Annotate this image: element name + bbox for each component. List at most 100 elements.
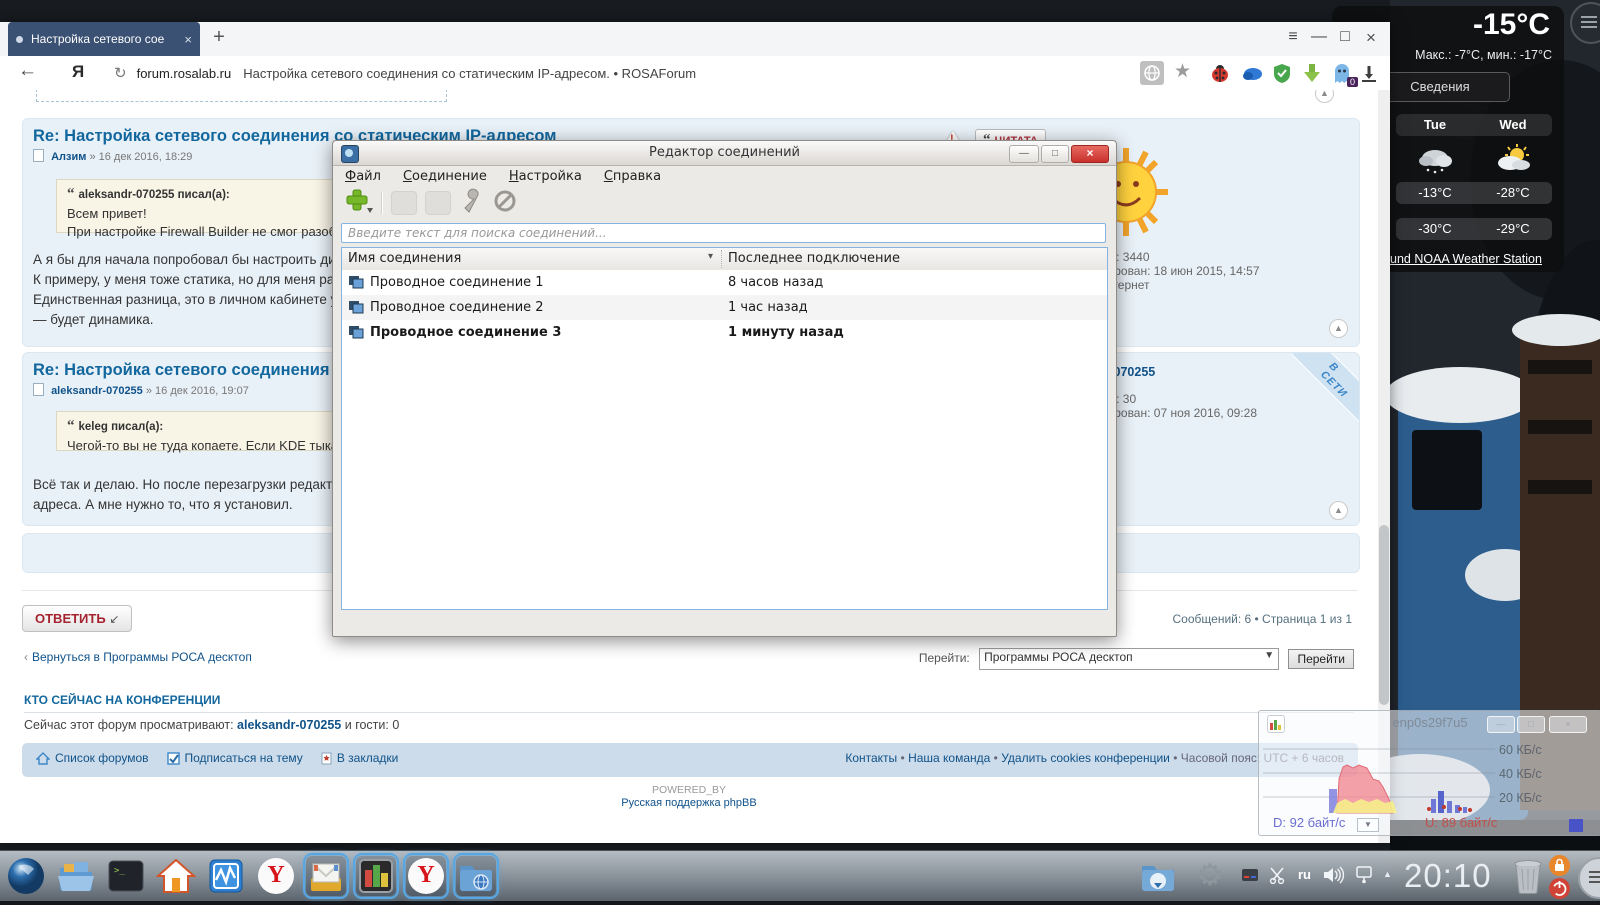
column-divider[interactable] — [721, 250, 722, 268]
jump-go-button[interactable]: Перейти — [1288, 649, 1354, 669]
contacts-link[interactable]: Контакты — [845, 751, 897, 765]
table-header[interactable]: Имя соединения ▾ Последнее подключение — [342, 248, 1107, 271]
home-icon — [35, 752, 51, 768]
post2-author-link[interactable]: aleksandr-070255 — [51, 385, 143, 397]
weather-station-link[interactable]: und NOAA Weather Station — [1390, 252, 1542, 266]
menu-settings[interactable]: Настройка — [509, 169, 582, 184]
post2-top-icon[interactable]: ▲ — [1329, 501, 1348, 520]
keyboard-layout-icon[interactable] — [1242, 869, 1258, 884]
new-tab-button[interactable]: + — [208, 26, 230, 49]
dialog-maximize-icon[interactable]: □ — [1041, 145, 1069, 163]
rosa-menu-button[interactable] — [6, 856, 46, 896]
file-manager-icon[interactable] — [56, 856, 96, 896]
panel-menu-button[interactable] — [1578, 857, 1600, 899]
home-icon[interactable] — [155, 856, 197, 896]
forum-list-link[interactable]: Список форумов — [35, 751, 149, 768]
team-link[interactable]: Наша команда — [908, 751, 990, 765]
downloads-folder-icon[interactable] — [1138, 856, 1178, 896]
extension-cloud-icon[interactable] — [1240, 61, 1264, 85]
netmon-ylabel-40: 40 КБ/с — [1499, 767, 1542, 781]
weather-details-button[interactable]: Сведения — [1370, 72, 1510, 102]
site-globe-icon[interactable] — [1140, 61, 1164, 85]
terminal-icon[interactable]: >_ — [106, 856, 146, 896]
clipboard-scissors-icon[interactable] — [1268, 866, 1286, 887]
partly-sunny-icon — [1474, 142, 1552, 176]
taskbar-clock[interactable]: 20:10 — [1404, 857, 1492, 895]
browser-tab[interactable]: Настройка сетевого сое × — [8, 22, 200, 56]
jump-select[interactable]: Программы РОСА десктоп ▼ — [979, 648, 1280, 670]
extension-ghostery-icon[interactable]: 0 — [1330, 61, 1358, 87]
ban-icon[interactable] — [493, 189, 517, 218]
back-to-forum-link[interactable]: ‹ Вернуться в Программы РОСА десктоп — [24, 650, 252, 664]
menu-help[interactable]: Справка — [604, 169, 661, 184]
subscribe-link[interactable]: Подписаться на тему — [166, 751, 303, 768]
table-row[interactable]: Проводное соединение 31 минуту назад — [342, 320, 1107, 345]
extension-savefrom-icon[interactable] — [1300, 61, 1324, 85]
post1-top-icon[interactable]: ▲ — [1329, 319, 1348, 338]
extension-ladybug-icon[interactable] — [1208, 61, 1232, 85]
delete-connection-button-disabled[interactable] — [425, 191, 451, 215]
who-user-link[interactable]: aleksandr-070255 — [237, 718, 341, 732]
address-bar[interactable]: ↻ forum.rosalab.ru Настройка сетевого со… — [104, 59, 1124, 87]
browser-toolbar: ← Я ↻ forum.rosalab.ru Настройка сетевог… — [0, 56, 1390, 91]
download-icon[interactable] — [1358, 62, 1382, 86]
column-name[interactable]: Имя соединения — [348, 251, 461, 266]
browser-menu-icon[interactable]: ≡ — [1282, 28, 1304, 46]
yandex-browser-icon[interactable]: Y — [256, 856, 296, 896]
browser-close-icon[interactable]: × — [1360, 28, 1382, 48]
tray-expand-icon[interactable]: ▲ — [1383, 869, 1392, 879]
phpbb-support-link[interactable]: Русская поддержка phpBB — [0, 797, 1378, 809]
extension-shield-icon[interactable] — [1270, 61, 1294, 85]
language-indicator[interactable]: ru — [1298, 867, 1311, 882]
browser-maximize-icon[interactable]: □ — [1334, 28, 1356, 46]
table-row[interactable]: Проводное соединение 18 часов назад — [342, 270, 1107, 295]
dialog-minimize-icon[interactable]: — — [1009, 145, 1039, 163]
netmon-close-icon[interactable]: × — [1549, 716, 1587, 733]
netmon-maximize-icon[interactable]: □ — [1517, 716, 1545, 733]
tab-bar: Настройка сетевого сое × + ≡ — □ × — [0, 22, 1390, 57]
reply-button[interactable]: ОТВЕТИТЬ ↙ — [22, 605, 133, 632]
back-icon[interactable]: ← — [18, 60, 37, 82]
lock-icon[interactable] — [1549, 855, 1570, 876]
netmon-minimize-icon[interactable]: — — [1487, 716, 1515, 733]
refresh-icon[interactable]: ↻ — [114, 64, 127, 82]
system-stats-icon[interactable] — [353, 853, 399, 899]
post1-author-link[interactable]: Алзим — [51, 151, 86, 163]
power-icon[interactable] — [1549, 878, 1570, 899]
bookmark-star-icon[interactable]: ★ — [1174, 60, 1198, 84]
dialog-toolbar — [333, 187, 1116, 219]
footer-bar: Список форумов Подписаться на тему В зак… — [22, 743, 1358, 777]
dialog-titlebar[interactable]: Редактор соединений — □ × — [333, 141, 1116, 166]
network-tray-icon[interactable] — [1354, 866, 1374, 887]
wrench-icon[interactable] — [459, 188, 485, 219]
network-folder-icon[interactable] — [453, 853, 499, 899]
netmon-dropdown[interactable]: ▼ — [1357, 818, 1379, 832]
add-connection-button[interactable] — [343, 188, 373, 219]
settings-gears-icon[interactable]: ⚙ — [1190, 856, 1230, 896]
netmon-ylabel-60: 60 КБ/с — [1499, 743, 1542, 757]
mail-client-icon[interactable] — [303, 853, 349, 899]
browser-minimize-icon[interactable]: — — [1308, 28, 1330, 46]
scrollbar-thumb[interactable] — [1379, 525, 1389, 705]
dialog-close-icon[interactable]: × — [1071, 145, 1109, 163]
connection-search-input[interactable] — [341, 223, 1106, 243]
edit-connection-button-disabled[interactable] — [391, 191, 417, 215]
tab-title: Настройка сетевого сое — [31, 32, 165, 46]
system-monitor-icon[interactable] — [206, 856, 246, 896]
volume-icon[interactable] — [1322, 866, 1346, 887]
bookmark-link[interactable]: В закладки — [321, 751, 398, 768]
menu-connection[interactable]: Соединение — [403, 169, 487, 184]
yandex-logo-icon[interactable]: Я — [72, 62, 84, 82]
column-last-used[interactable]: Последнее подключение — [728, 251, 900, 266]
yandex-browser-icon-2[interactable]: Y — [403, 853, 449, 899]
dropdown-icon: ▼ — [1264, 650, 1275, 661]
page-info: Сообщений: 6 • Страница 1 из 1 — [1172, 612, 1352, 626]
table-row[interactable]: Проводное соединение 21 час назад — [342, 295, 1107, 320]
post2-body-line: адреса. А мне нужно то, что я установил. — [33, 497, 293, 512]
post-top-icon[interactable]: ▲ — [1315, 90, 1334, 103]
trash-icon[interactable] — [1508, 856, 1548, 896]
menu-file[interactable]: Файл — [345, 169, 381, 184]
delete-cookies-link[interactable]: Удалить cookies конференции — [1001, 751, 1170, 765]
post2-meta: aleksandr-070255 » 16 дек 2016, 19:07 — [33, 383, 249, 397]
tab-close-icon[interactable]: × — [184, 32, 192, 47]
